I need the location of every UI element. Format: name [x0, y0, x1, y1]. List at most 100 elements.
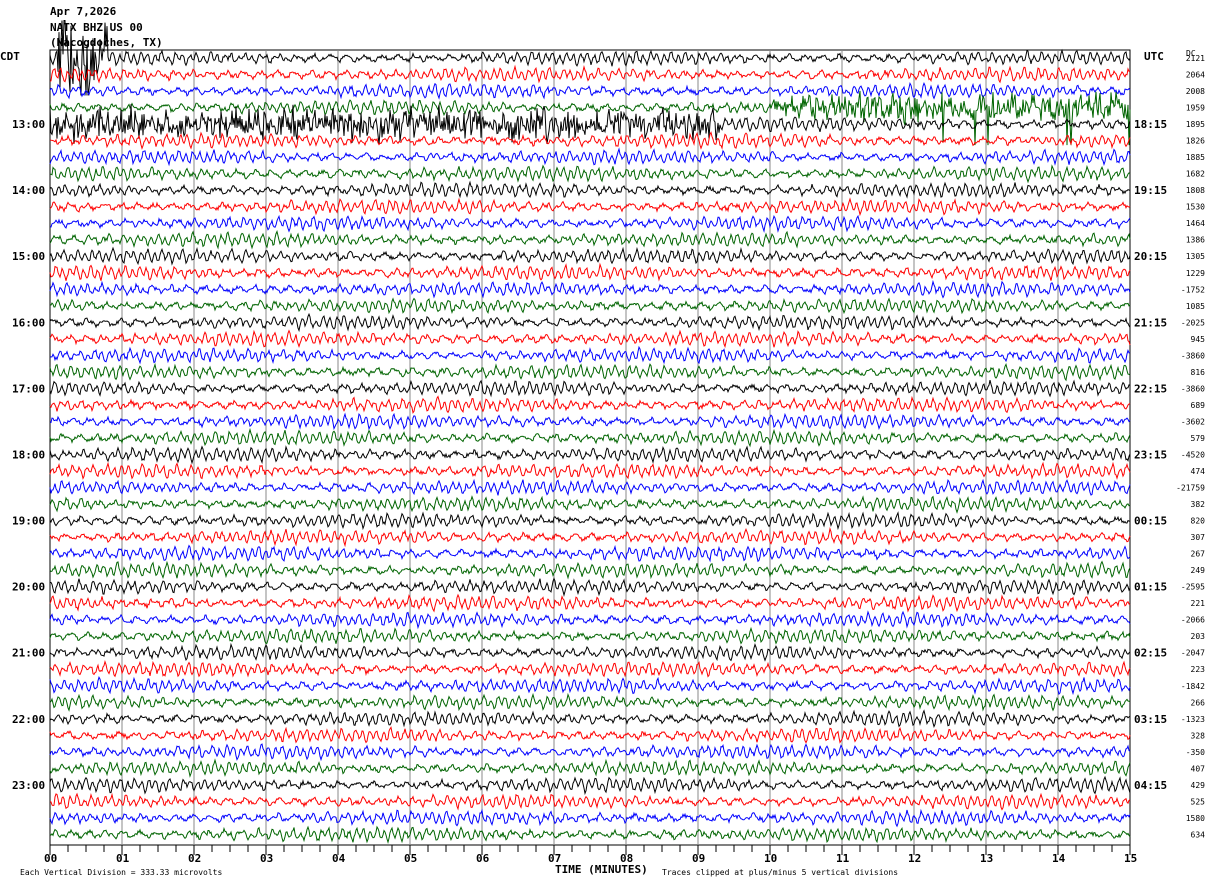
dc-offset-label: -4520 [1181, 450, 1205, 459]
utc-hour-label: 22:15 [1134, 382, 1167, 395]
seismic-trace [49, 329, 1131, 349]
seismic-trace [49, 726, 1131, 744]
x-tick-label: 00 [44, 852, 57, 865]
dc-offset-label: -2595 [1181, 583, 1205, 592]
dc-offset-label: 2064 [1186, 71, 1205, 80]
dc-offset-label: 382 [1191, 500, 1206, 509]
dc-offset-label: 1464 [1186, 219, 1205, 228]
utc-hour-label: 18:15 [1134, 118, 1167, 131]
dc-offset-label: 1826 [1186, 137, 1205, 146]
dc-offset-label: 634 [1191, 830, 1206, 839]
dc-offset-label: 1386 [1186, 236, 1205, 245]
utc-hour-label: 01:15 [1134, 581, 1167, 594]
seismic-trace [49, 676, 1131, 696]
dc-offset-label: 474 [1191, 467, 1206, 476]
x-tick-label: 11 [836, 852, 850, 865]
dc-offset-label: 429 [1191, 781, 1206, 790]
dc-offset-label: 249 [1191, 566, 1206, 575]
seismic-trace [49, 379, 1131, 398]
seismic-trace [49, 395, 1131, 414]
seismic-trace [49, 659, 1131, 679]
dc-offset-label: 1959 [1186, 104, 1205, 113]
x-tick-label: 09 [692, 852, 705, 865]
x-tick-label: 02 [188, 852, 201, 865]
cdt-hour-label: 14:00 [12, 184, 45, 197]
x-tick-label: 14 [1052, 852, 1066, 865]
x-tick-label: 05 [404, 852, 417, 865]
seismic-trace [49, 526, 1131, 548]
seismic-trace [49, 560, 1131, 580]
dc-offset-label: 307 [1191, 533, 1206, 542]
cdt-hour-label: 19:00 [12, 515, 45, 528]
x-tick-label: 03 [260, 852, 273, 865]
dc-offset-label: 203 [1191, 632, 1206, 641]
dc-offset-label: 579 [1191, 434, 1206, 443]
seismic-trace [49, 478, 1131, 497]
dc-offset-label: 1580 [1186, 814, 1205, 823]
seismic-trace [49, 180, 1130, 199]
seismic-trace [49, 20, 1131, 96]
utc-hour-label: 03:15 [1134, 713, 1167, 726]
seismic-trace [49, 64, 1131, 84]
utc-hour-label: 19:15 [1134, 184, 1167, 197]
cdt-axis-title: CDT [0, 50, 20, 63]
dc-offset-label: 1682 [1186, 170, 1205, 179]
cdt-hour-label: 20:00 [12, 581, 45, 594]
seismic-trace [49, 427, 1131, 448]
dc-offset-label: -350 [1186, 748, 1205, 757]
seismic-trace [49, 709, 1131, 728]
seismic-trace [49, 461, 1131, 481]
seismic-trace [50, 297, 1131, 315]
dc-offset-label: 221 [1191, 599, 1206, 608]
seismic-trace [49, 775, 1131, 796]
x-tick-label: 01 [116, 852, 130, 865]
dc-offset-label: 407 [1191, 764, 1206, 773]
dc-offset-label: 945 [1191, 335, 1206, 344]
utc-hour-label: 21:15 [1134, 316, 1167, 329]
x-tick-label: 10 [764, 852, 777, 865]
seismic-trace [49, 743, 1131, 762]
seismic-trace [49, 808, 1131, 828]
seismic-trace [49, 642, 1131, 662]
seismic-trace [50, 214, 1131, 233]
dc-offset-label: 1895 [1186, 120, 1205, 129]
seismic-trace [49, 90, 1131, 146]
dc-offset-label: 1229 [1186, 269, 1205, 278]
seismic-trace [49, 345, 1131, 365]
seismic-trace [49, 279, 1131, 299]
dc-offset-label: -1752 [1181, 285, 1205, 294]
dc-offset-label: -1323 [1181, 715, 1205, 724]
dc-offset-label: -2047 [1181, 649, 1205, 658]
dc-offset-label: 267 [1191, 550, 1206, 559]
cdt-hour-label: 18:00 [12, 448, 45, 461]
seismic-trace [49, 825, 1131, 845]
cdt-hour-label: 17:00 [12, 382, 45, 395]
x-tick-label: 04 [332, 852, 346, 865]
seismic-trace [49, 692, 1131, 712]
cdt-hour-label: 23:00 [12, 779, 45, 792]
seismic-trace [49, 131, 1131, 150]
x-tick-label: 06 [476, 852, 490, 865]
dc-offset-label: 223 [1191, 665, 1206, 674]
utc-axis-title: UTC [1144, 50, 1164, 63]
x-tick-label: 13 [980, 852, 993, 865]
dc-offset-label: -3860 [1181, 351, 1205, 360]
dc-offset-label: 1530 [1186, 203, 1205, 212]
seismic-trace [49, 445, 1131, 465]
seismic-trace [49, 104, 1131, 145]
seismic-trace [49, 229, 1131, 250]
dc-offset-label: -2025 [1181, 318, 1205, 327]
cdt-hour-label: 13:00 [12, 118, 45, 131]
utc-hour-label: 02:15 [1134, 647, 1167, 660]
seismic-trace [49, 412, 1131, 431]
seismic-trace [49, 262, 1131, 282]
dc-offset-label: 525 [1191, 797, 1206, 806]
dc-offset-label: 1885 [1186, 153, 1205, 162]
x-tick-label: 12 [908, 852, 921, 865]
dc-offset-label: 2008 [1186, 87, 1205, 96]
seismic-trace [49, 758, 1131, 778]
dc-offset-label: -1842 [1181, 682, 1205, 691]
clip-note: Traces clipped at plus/minus 5 vertical … [662, 868, 898, 877]
seismic-trace [49, 626, 1131, 645]
dc-offset-label: 816 [1191, 368, 1206, 377]
